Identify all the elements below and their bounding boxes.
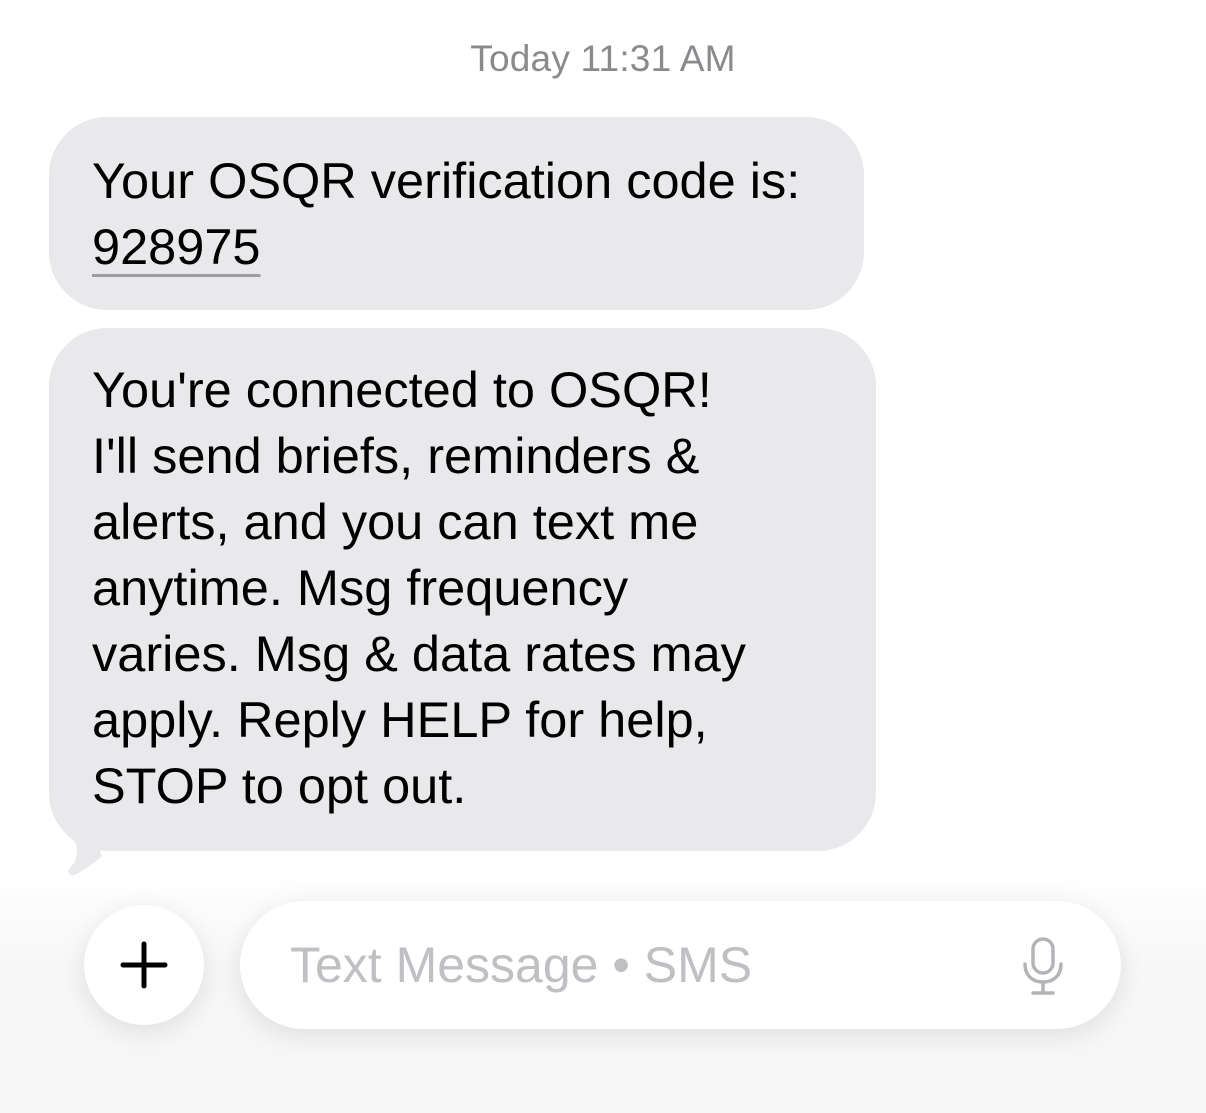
message-line: anytime. Msg frequency (92, 559, 629, 616)
message-text: Your OSQR verification code is: (92, 152, 801, 209)
plus-icon (120, 941, 168, 989)
message-bubble-welcome[interactable]: You're connected to OSQR! I'll send brie… (49, 328, 876, 851)
microphone-icon[interactable] (1021, 936, 1065, 996)
message-text-field[interactable] (290, 936, 990, 994)
message-line: You're connected to OSQR! (92, 361, 712, 418)
message-timestamp: Today 11:31 AM (470, 38, 736, 79)
message-line: varies. Msg & data rates may (92, 625, 746, 682)
message-bubble-verification[interactable]: Your OSQR verification code is: 928975 (49, 117, 864, 310)
message-line: apply. Reply HELP for help, (92, 691, 708, 748)
message-line: STOP to opt out. (92, 757, 467, 814)
message-line: I'll send briefs, reminders & (92, 427, 700, 484)
message-line: alerts, and you can text me (92, 493, 699, 550)
add-attachment-button[interactable] (84, 905, 204, 1025)
verification-code-link[interactable]: 928975 (92, 218, 261, 275)
message-input-container[interactable] (240, 901, 1121, 1029)
